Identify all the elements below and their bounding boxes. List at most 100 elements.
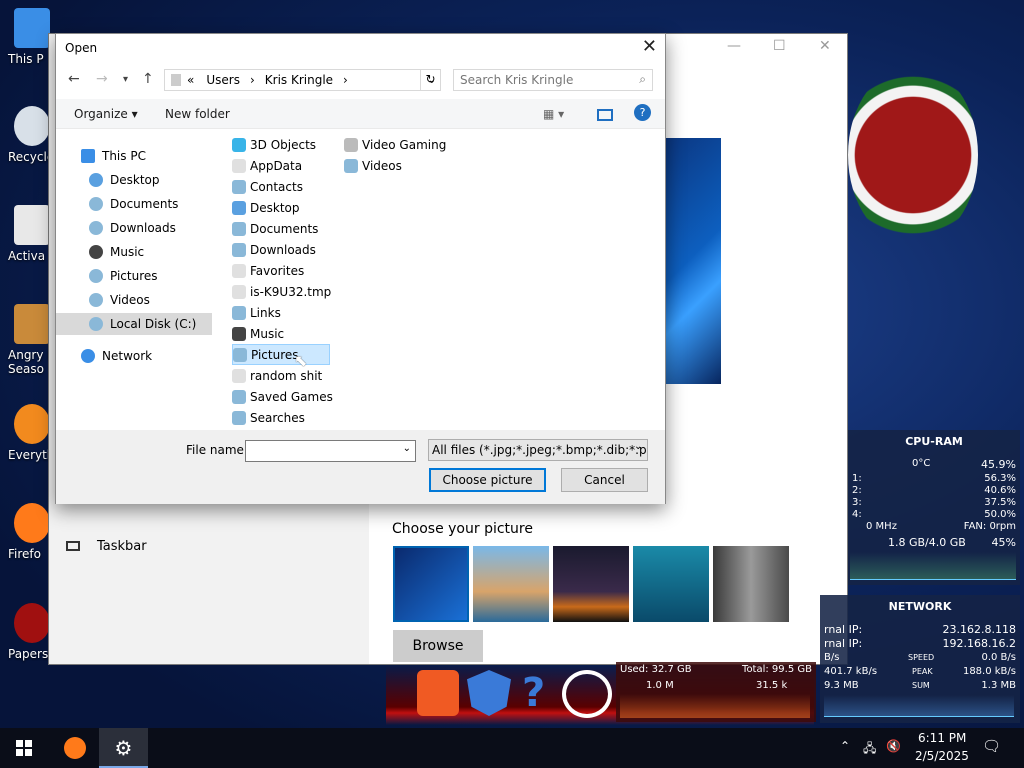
folder-icon [232,305,246,320]
cpu-mhz: 0 MHz [866,521,897,532]
nav-item-local-disk[interactable]: Local Disk (C:) [56,313,212,335]
breadcrumb-users[interactable]: Users [206,73,240,87]
dialog-close-icon[interactable]: ✕ [642,36,657,57]
folder-icon [232,158,246,173]
file-item[interactable]: Documents [232,218,318,239]
cpu-temp: 0°C [912,458,931,469]
folder-icon [232,284,246,299]
picture-thumb-5[interactable] [713,546,789,622]
file-item[interactable]: AppData [232,155,302,176]
nav-item-network[interactable]: Network [81,345,152,367]
firefox-taskbar-icon[interactable] [64,737,86,759]
cancel-button[interactable]: Cancel [561,468,648,492]
nav-item-videos[interactable]: Videos [89,289,150,311]
breadcrumb-sep-icon: › [249,73,255,87]
file-item[interactable]: Contacts [232,176,303,197]
clock-date[interactable]: 2/5/2025 [915,749,969,763]
external-ip-label: rnal IP: [824,623,863,636]
settings-taskbar-icon[interactable]: ⚙ [99,728,148,768]
picture-thumb-1[interactable] [393,546,469,622]
internal-ip-label: rnal IP: [824,637,863,650]
breadcrumb-overflow[interactable]: « [187,73,194,87]
nav-item-music[interactable]: Music [89,241,144,263]
sync-icon[interactable] [562,670,612,718]
preview-pane-icon[interactable] [597,109,613,121]
file-item[interactable]: Favorites [232,260,304,281]
help-icon[interactable]: ? [634,104,651,121]
organize-button[interactable]: Organize ▾ [74,107,138,121]
file-item[interactable]: Pictures [232,344,330,365]
clock-time[interactable]: 6:11 PM [918,731,966,745]
documents-icon [89,197,103,211]
file-type-dropdown-icon[interactable]: ⌄ [634,441,642,452]
file-name-dropdown-icon[interactable]: ⌄ [403,443,411,454]
dialog-title: Open [65,41,98,55]
drive-icon [89,317,103,331]
folder-icon [171,74,181,86]
file-item[interactable]: random shit [232,365,322,386]
file-item[interactable]: Videos [344,155,402,176]
network-icon [81,349,95,363]
up-arrow-icon[interactable]: ↑ [142,71,154,87]
help-dock-icon[interactable]: ? [522,670,545,716]
forward-arrow-icon[interactable]: → [96,71,108,87]
maximize-icon[interactable]: ☐ [773,38,786,54]
nav-item-downloads[interactable]: Downloads [89,217,176,239]
fan-speed: FAN: 0rpm [963,521,1016,532]
file-item[interactable]: Saved Games [232,386,333,407]
nav-item-desktop[interactable]: Desktop [89,169,160,191]
peak-left: 401.7 kB/s [824,666,878,677]
picture-thumb-4[interactable] [633,546,709,622]
nav-item-pictures[interactable]: Pictures [89,265,158,287]
downloads-icon [89,221,103,235]
file-item[interactable]: Desktop [232,197,300,218]
folder-icon [232,326,246,341]
minimize-icon[interactable]: — [727,38,741,54]
search-input[interactable]: Search Kris Kringle ⌕ [453,69,653,91]
volume-muted-icon[interactable]: 🔇 [886,739,901,753]
peak-value: 188.0 kB/s [962,666,1016,677]
nav-item-documents[interactable]: Documents [89,193,178,215]
disk-used: Used: 32.7 GB [620,664,692,675]
disk-graph [620,694,810,718]
choose-picture-button[interactable]: Choose picture [429,468,546,492]
folder-icon [344,137,358,152]
disk-total: Total: 99.5 GB [742,664,812,675]
picture-thumb-2[interactable] [473,546,549,622]
back-arrow-icon[interactable]: ← [68,71,80,87]
browse-button[interactable]: Browse [393,630,483,662]
breadcrumb-sep-icon: › [343,73,348,87]
file-item[interactable]: Links [232,302,281,323]
file-item[interactable]: Downloads [232,239,316,260]
folder-icon [232,137,246,152]
start-button-icon[interactable] [16,740,32,756]
brave-icon[interactable] [417,670,459,716]
network-title: NETWORK [888,600,952,613]
nav-item-this-pc[interactable]: This PC [81,145,146,167]
taskbar: ⚙ ⌃ 🖧 🔇 6:11 PM 2/5/2025 🗨 [0,728,1024,768]
desktop-icon [89,173,103,187]
tray-overflow-icon[interactable]: ⌃ [840,739,850,753]
view-options-icon[interactable]: ▦ ▾ [543,107,564,121]
file-item[interactable]: is-K9U32.tmp [232,281,331,302]
file-type-select[interactable]: All files (*.jpg;*.jpeg;*.bmp;*.dib;*.pn… [428,439,648,461]
notifications-icon[interactable]: 🗨 [982,737,1001,755]
dialog-bottom-bar: File name: ⌄ All files (*.jpg;*.jpeg;*.b… [56,430,665,504]
network-tray-icon[interactable]: 🖧 [863,739,876,760]
file-item[interactable]: Video Gaming [344,134,446,155]
ram-usage: 1.8 GB/4.0 GB [888,536,966,549]
network-widget: NETWORK rnal IP: 23.162.8.118 rnal IP: 1… [820,595,1020,723]
recent-dropdown-icon[interactable]: ▾ [123,74,128,85]
file-name-input[interactable]: ⌄ [245,440,416,462]
picture-thumb-3[interactable] [553,546,629,622]
settings-nav-taskbar[interactable]: Taskbar [97,539,147,554]
file-item[interactable]: Music [232,323,284,344]
close-icon[interactable]: ✕ [819,38,831,54]
refresh-button[interactable]: ↻ [420,69,441,91]
folder-icon [233,347,247,362]
file-item[interactable]: Searches [232,407,305,428]
file-item[interactable]: 3D Objects [232,134,316,155]
breadcrumb-kris-kringle[interactable]: Kris Kringle [265,73,333,87]
address-bar[interactable]: « Users › Kris Kringle › ⌄ [164,69,441,91]
new-folder-button[interactable]: New folder [165,107,230,121]
